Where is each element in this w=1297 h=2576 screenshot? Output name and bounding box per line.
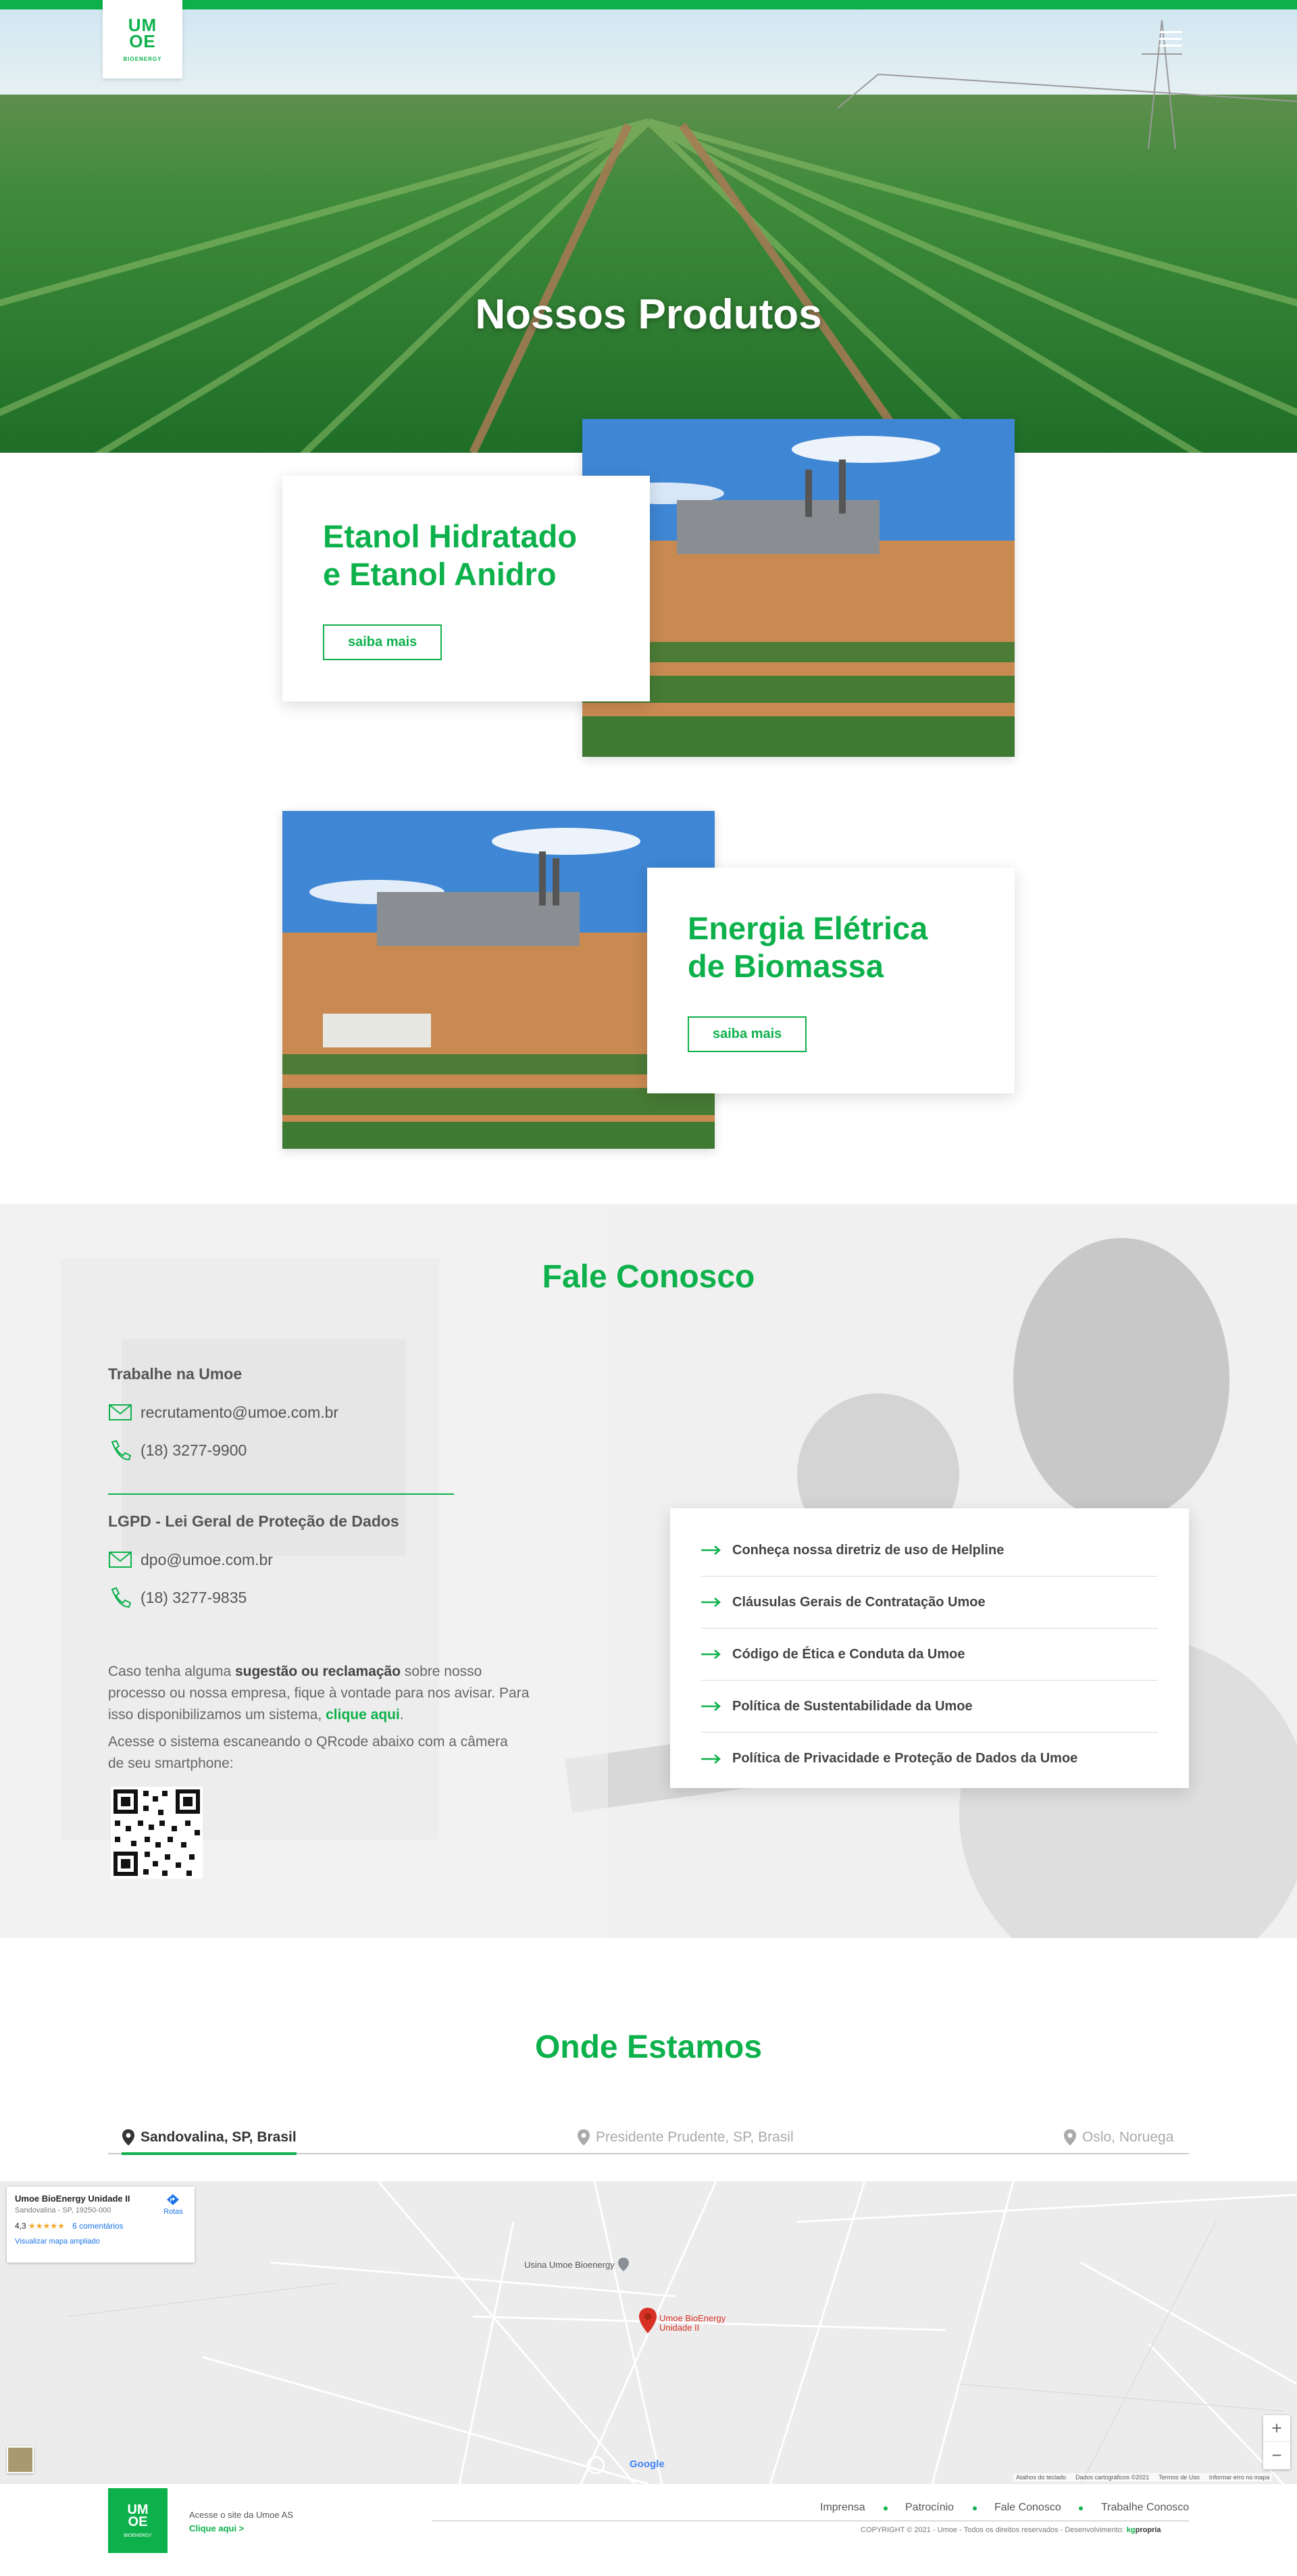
logo-text-line2: OE [129, 30, 156, 51]
marker-label: Umoe BioEnergy Unidade II [659, 2313, 726, 2333]
footer-link-imprensa[interactable]: Imprensa [820, 2502, 865, 2514]
lgpd-email: dpo@umoe.com.br [141, 1550, 273, 1568]
google-logo: Google [630, 2458, 665, 2470]
policy-link-clausulas[interactable]: Cláusulas Gerais de Contratação Umoe [701, 1577, 1158, 1629]
helpline-link[interactable]: clique aqui [326, 1707, 400, 1723]
copyright: COPYRIGHT © 2021 - Umoe - Todos os direi… [861, 2526, 1161, 2534]
footer-separator [973, 2506, 977, 2510]
tab-sandovalina[interactable]: Sandovalina, SP, Brasil [122, 2129, 297, 2155]
place-address: Sandovalina - SP, 19250-000 [15, 2206, 111, 2214]
map-pin-icon [578, 2129, 590, 2146]
google-map[interactable]: Umoe BioEnergy Unidade II Sandovalina - … [0, 2181, 1297, 2484]
tab-oslo[interactable]: Oslo, Noruega [1063, 2129, 1173, 2146]
footer-separator [1079, 2506, 1083, 2510]
map-marker-icon[interactable] [638, 2307, 658, 2334]
email-icon [109, 1404, 132, 1420]
street-view-icon[interactable] [7, 2446, 34, 2473]
lgpd-phone-row[interactable]: (18) 3277-9835 [108, 1587, 247, 1608]
helpline-paragraph: Caso tenha alguma sugestão ou reclamação… [108, 1664, 530, 1723]
contact-section: Fale Conosco Trabalhe na Umoe recrutamen… [0, 1204, 1297, 1938]
logo-subtitle: BIOENERGY [123, 55, 162, 62]
policy-link-helpline[interactable]: Conheça nossa diretriz de uso de Helplin… [701, 1525, 1158, 1577]
reviews-link[interactable]: 6 comentários [72, 2221, 123, 2231]
hero-banner [0, 0, 1297, 453]
policy-link-codigo-etica[interactable]: Código de Ética e Conduta da Umoe [701, 1629, 1158, 1681]
tab-presidente-prudente[interactable]: Presidente Prudente, SP, Brasil [577, 2129, 794, 2146]
product-title: Etanol Hidratado e Etanol Anidro [323, 518, 578, 592]
directions-icon [167, 2194, 180, 2205]
work-phone-row[interactable]: (18) 3277-9900 [108, 1439, 247, 1461]
footer-link-fale-conosco[interactable]: Fale Conosco [994, 2502, 1061, 2514]
phone-icon [111, 1439, 132, 1461]
map-report-link[interactable]: Informar erro no mapa [1209, 2474, 1270, 2481]
work-phone: (18) 3277-9900 [141, 1441, 247, 1459]
arrow-right-icon [701, 1650, 721, 1659]
work-email-row[interactable]: recrutamento@umoe.com.br [108, 1403, 338, 1422]
map-place-card: Umoe BioEnergy Unidade II Sandovalina - … [7, 2187, 195, 2262]
poi-usina[interactable]: Usina Umoe Bioenergy [524, 2257, 630, 2272]
locations-title: Onde Estamos [534, 2029, 763, 2065]
email-icon [109, 1552, 132, 1568]
zoom-in-button[interactable]: + [1263, 2415, 1290, 2442]
access-umoe-link[interactable]: Clique aqui > [189, 2523, 244, 2533]
map-poi-icon [617, 2258, 629, 2271]
policies-card: Conheça nossa diretriz de uso de Helplin… [670, 1508, 1189, 1788]
divider [108, 1493, 454, 1495]
product-card-biomass: Energia Elétrica de Biomassa saiba mais [647, 868, 1015, 1093]
policy-link-privacidade[interactable]: Política de Privacidade e Proteção de Da… [701, 1733, 1158, 1785]
footer: UM OE BIOENERGY Acesse o site da Umoe AS… [0, 2484, 1297, 2576]
work-email: recrutamento@umoe.com.br [141, 1403, 339, 1421]
map-data-text: Dados cartográficos ©2021 [1075, 2474, 1150, 2481]
footer-logo[interactable]: UM OE BIOENERGY [108, 2488, 168, 2553]
qrcode-paragraph: Acesse o sistema escaneando o QRcode aba… [108, 1734, 508, 1771]
developer-link[interactable]: propria [1136, 2526, 1161, 2534]
directions-button[interactable]: Rotas [163, 2194, 183, 2216]
top-accent-bar [0, 0, 1297, 9]
saiba-mais-button[interactable]: saiba mais [323, 624, 442, 660]
footer-link-patrocinio[interactable]: Patrocínio [905, 2502, 954, 2514]
product-card-ethanol: Etanol Hidratado e Etanol Anidro saiba m… [282, 476, 650, 701]
map-pin-icon [122, 2129, 134, 2146]
location-tabs: Sandovalina, SP, Brasil Presidente Prude… [108, 2122, 1189, 2155]
place-name: Umoe BioEnergy Unidade II [15, 2194, 130, 2204]
hero-title: Nossos Produtos [475, 291, 822, 338]
saiba-mais-button[interactable]: saiba mais [688, 1016, 807, 1052]
enlarge-map-link[interactable]: Visualizar mapa ampliado [15, 2237, 186, 2246]
access-umoe-text: Acesse o site da Umoe AS [189, 2510, 293, 2520]
zoom-out-button[interactable]: − [1263, 2442, 1290, 2469]
arrow-right-icon [701, 1702, 721, 1711]
page: UM OE BIOENERGY Nossos Produtos Etanol H… [0, 0, 1297, 2576]
product-title: Energia Elétrica de Biomassa [688, 910, 928, 984]
phone-icon [111, 1587, 132, 1608]
umoe-logo[interactable]: UM OE BIOENERGY [103, 0, 182, 78]
lgpd-phone: (18) 3277-9835 [141, 1588, 247, 1606]
hamburger-icon[interactable] [1159, 31, 1182, 49]
arrow-right-icon [701, 1597, 721, 1607]
logo-text-line1: UM [128, 14, 157, 35]
hero-field-image [0, 0, 1297, 453]
lgpd-email-row[interactable]: dpo@umoe.com.br [108, 1550, 273, 1569]
keyboard-shortcuts-link[interactable]: Atalhos do teclado [1016, 2474, 1066, 2481]
work-heading: Trabalhe na Umoe [108, 1365, 243, 1383]
lgpd-heading: LGPD - Lei Geral de Proteção de Dados [108, 1512, 399, 1530]
arrow-right-icon [701, 1754, 721, 1764]
contact-title: Fale Conosco [542, 1259, 755, 1295]
footer-link-trabalhe-conosco[interactable]: Trabalhe Conosco [1101, 2502, 1189, 2514]
map-terms-link[interactable]: Termos de Uso [1159, 2474, 1200, 2481]
place-rating: 4,3 ★★★★★ 6 comentários [15, 2221, 124, 2231]
policy-link-sustentabilidade[interactable]: Política de Sustentabilidade da Umoe [701, 1681, 1158, 1733]
arrow-right-icon [701, 1545, 721, 1555]
footer-separator [884, 2506, 888, 2510]
qrcode-image[interactable] [111, 1787, 203, 1879]
map-attribution: Atalhos do teclado Dados cartográficos ©… [1013, 2473, 1273, 2481]
map-pin-icon [1064, 2129, 1076, 2146]
